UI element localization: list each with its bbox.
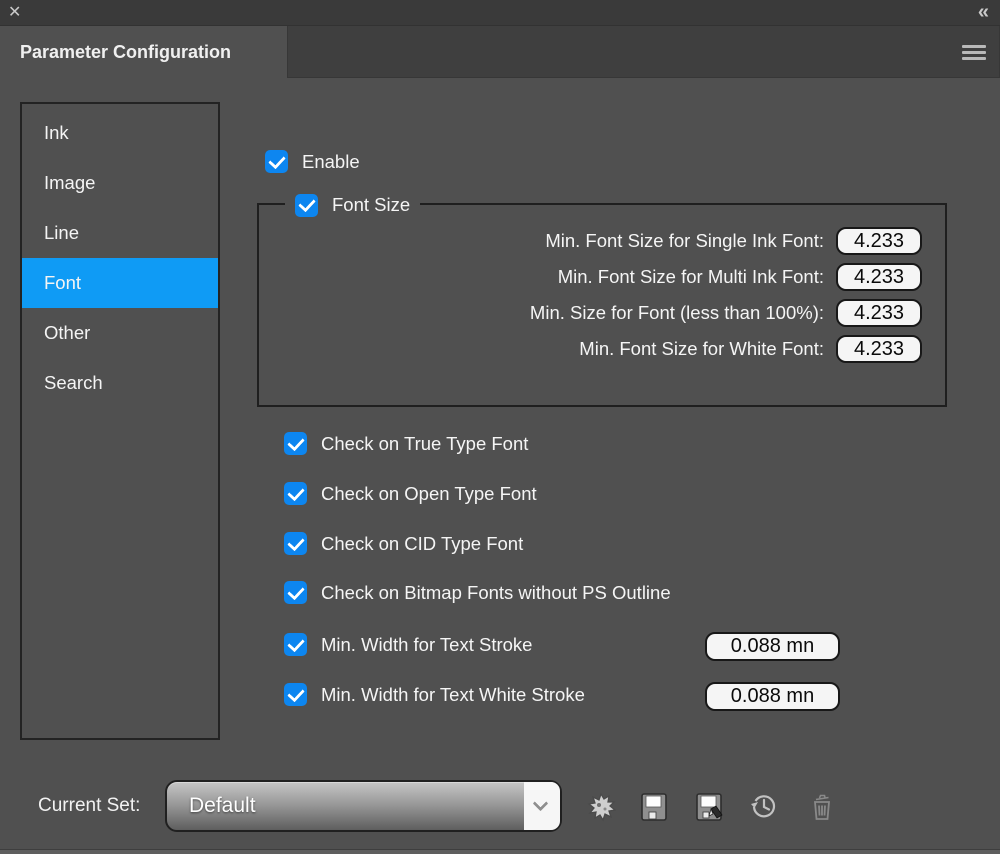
multi-ink-font-label: Min. Font Size for Multi Ink Font:: [558, 263, 824, 291]
less-than-100-label: Min. Size for Font (less than 100%):: [530, 299, 824, 327]
check-row: Check on CID Type Font: [284, 532, 523, 555]
enable-checkbox[interactable]: [265, 150, 288, 173]
save-icon[interactable]: [639, 791, 669, 823]
dropdown-chevron-box[interactable]: [524, 782, 560, 830]
sidebar-item-line[interactable]: Line: [22, 208, 218, 258]
delete-icon[interactable]: [807, 791, 837, 823]
current-set-value: Default: [189, 782, 256, 830]
text-stroke-label: Min. Width for Text Stroke: [321, 634, 532, 656]
text-white-stroke-checkbox[interactable]: [284, 683, 307, 706]
opentype-label: Check on Open Type Font: [321, 483, 537, 505]
check-row: Min. Width for Text Stroke: [284, 633, 532, 656]
current-set-dropdown[interactable]: Default: [165, 780, 562, 832]
sidebar-item-other[interactable]: Other: [22, 308, 218, 358]
font-size-legend: Font Size: [285, 192, 420, 218]
close-icon[interactable]: ✕: [8, 2, 21, 24]
sidebar-item-ink[interactable]: Ink: [22, 108, 218, 158]
panel-menu-icon[interactable]: [962, 45, 986, 59]
text-white-stroke-input[interactable]: [705, 682, 840, 711]
opentype-checkbox[interactable]: [284, 482, 307, 505]
panel-bottom-edge: [0, 849, 1000, 854]
enable-row: Enable: [265, 150, 360, 173]
font-size-row: Min. Font Size for Single Ink Font:: [259, 227, 945, 255]
white-font-label: Min. Font Size for White Font:: [579, 335, 824, 363]
bitmap-label: Check on Bitmap Fonts without PS Outline: [321, 582, 671, 604]
text-white-stroke-label: Min. Width for Text White Stroke: [321, 684, 585, 706]
check-row: Min. Width for Text White Stroke: [284, 683, 585, 706]
check-row: Check on True Type Font: [284, 432, 528, 455]
sidebar-item-image[interactable]: Image: [22, 158, 218, 208]
tab-title: Parameter Configuration: [0, 26, 287, 78]
font-size-checkbox[interactable]: [295, 194, 318, 217]
check-row: Check on Open Type Font: [284, 482, 537, 505]
tab-strip: [287, 26, 1000, 78]
white-font-input[interactable]: [836, 335, 922, 363]
enable-label: Enable: [302, 151, 360, 173]
bitmap-checkbox[interactable]: [284, 581, 307, 604]
less-than-100-input[interactable]: [836, 299, 922, 327]
sidebar-item-font[interactable]: Font: [22, 258, 218, 308]
text-stroke-checkbox[interactable]: [284, 633, 307, 656]
current-set-label: Current Set:: [38, 795, 140, 817]
font-size-group: Font Size Min. Font Size for Single Ink …: [257, 203, 947, 407]
tab-parameter-configuration[interactable]: Parameter Configuration: [0, 26, 287, 78]
text-stroke-input[interactable]: [705, 632, 840, 661]
font-size-row: Min. Size for Font (less than 100%):: [259, 299, 945, 327]
sidebar-item-search[interactable]: Search: [22, 358, 218, 408]
cidtype-label: Check on CID Type Font: [321, 533, 523, 555]
truetype-checkbox[interactable]: [284, 432, 307, 455]
check-row: Check on Bitmap Fonts without PS Outline: [284, 581, 671, 604]
chevron-down-icon: [533, 796, 549, 812]
save-as-icon[interactable]: [694, 791, 724, 823]
new-set-icon[interactable]: [586, 791, 616, 823]
font-size-row: Min. Font Size for White Font:: [259, 335, 945, 363]
category-list: Ink Image Line Font Other Search: [20, 102, 220, 740]
history-icon[interactable]: [749, 791, 779, 823]
collapse-panel-icon[interactable]: «: [978, 0, 988, 24]
font-size-row: Min. Font Size for Multi Ink Font:: [259, 263, 945, 291]
multi-ink-font-input[interactable]: [836, 263, 922, 291]
single-ink-font-label: Min. Font Size for Single Ink Font:: [545, 227, 824, 255]
font-size-label: Font Size: [332, 194, 410, 216]
single-ink-font-input[interactable]: [836, 227, 922, 255]
panel-titlebar: ✕ «: [0, 0, 1000, 26]
truetype-label: Check on True Type Font: [321, 433, 528, 455]
cidtype-checkbox[interactable]: [284, 532, 307, 555]
